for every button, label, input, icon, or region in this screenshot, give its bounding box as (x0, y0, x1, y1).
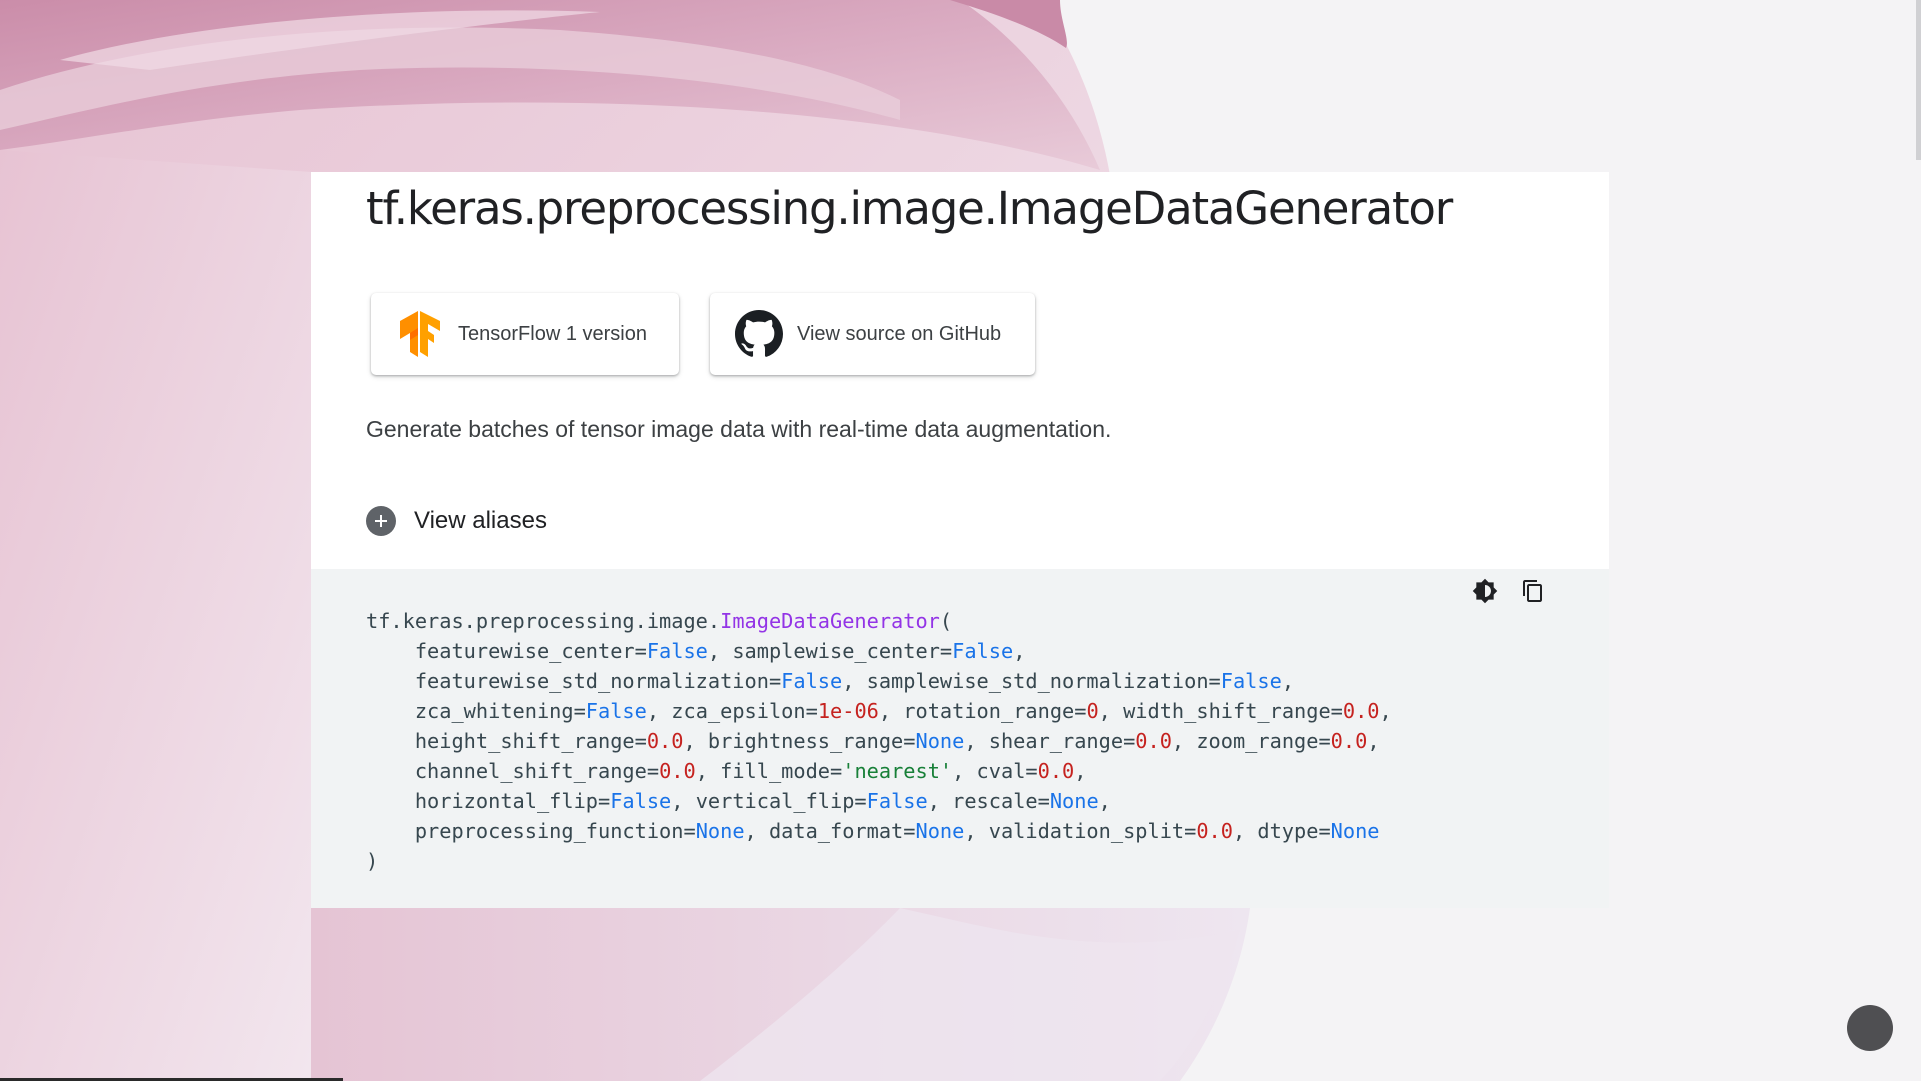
code-token: False (585, 699, 647, 723)
code-line: horizontal_flip=False, vertical_flip=Fal… (366, 789, 1111, 813)
code-token: preprocessing_function= (366, 819, 696, 843)
code-token: False (646, 639, 708, 663)
code-token: False (1220, 669, 1282, 693)
code-line: channel_shift_range=0.0, fill_mode='near… (366, 759, 1087, 783)
tensorflow-logo-icon (396, 310, 444, 358)
code-token: 0.0 (1330, 729, 1368, 753)
code-token: , rescale= (927, 789, 1050, 813)
view-aliases-label: View aliases (414, 507, 547, 534)
code-token: ( (939, 609, 953, 633)
code-token: , dtype= (1232, 819, 1331, 843)
code-token: , fill_mode= (695, 759, 843, 783)
code-token: height_shift_range= (366, 729, 647, 753)
code-token: , data_format= (744, 819, 916, 843)
doc-card: tf.keras.preprocessing.image.ImageDataGe… (311, 172, 1609, 908)
code-token: 0.0 (659, 759, 696, 783)
code-token: False (610, 789, 672, 813)
code-block: tf.keras.preprocessing.image.ImageDataGe… (311, 569, 1609, 908)
code-token: 0.0 (1135, 729, 1172, 753)
code-token: 0 (1086, 699, 1099, 723)
code-token: , cval= (952, 759, 1038, 783)
code-token: 0.0 (1196, 819, 1233, 843)
view-aliases-toggle[interactable]: View aliases (366, 506, 547, 536)
code-token: , zoom_range= (1171, 729, 1331, 753)
code-token: ) (366, 849, 379, 873)
view-source-github-label: View source on GitHub (797, 322, 1002, 345)
code-token: featurewise_std_normalization= (366, 669, 782, 693)
tensorflow-1-version-label: TensorFlow 1 version (458, 322, 647, 345)
code-token: 0.0 (1342, 699, 1380, 723)
code-line: ) (366, 849, 378, 873)
code-signature: tf.keras.preprocessing.image.ImageDataGe… (366, 606, 1392, 876)
code-token: None (1049, 789, 1099, 813)
github-icon (735, 310, 783, 358)
code-line: preprocessing_function=None, data_format… (366, 819, 1380, 843)
plus-circle-icon (366, 506, 396, 536)
code-token: , rotation_range= (878, 699, 1087, 723)
tensorflow-1-version-button[interactable]: TensorFlow 1 version (371, 293, 679, 375)
code-token: 'nearest' (842, 759, 953, 783)
code-token: channel_shift_range= (366, 759, 660, 783)
code-line: featurewise_std_normalization=False, sam… (366, 669, 1294, 693)
code-token: 0.0 (646, 729, 684, 753)
code-token: 0.0 (1037, 759, 1075, 783)
code-token: None (915, 819, 965, 843)
slide-stage: tf.keras.preprocessing.image.ImageDataGe… (0, 0, 1921, 1081)
code-token: None (915, 729, 965, 753)
floating-action-button[interactable] (1847, 1005, 1893, 1051)
code-line: height_shift_range=0.0, brightness_range… (366, 729, 1380, 753)
code-token: tf.keras.preprocessing.image. (366, 609, 721, 633)
code-token: , (1379, 699, 1392, 723)
code-token: 1e-06 (817, 699, 879, 723)
code-token: , samplewise_std_normalization= (842, 669, 1221, 693)
code-token: , zca_epsilon= (646, 699, 818, 723)
code-line: tf.keras.preprocessing.image.ImageDataGe… (366, 609, 952, 633)
code-token: , (1098, 789, 1111, 813)
code-token: , shear_range= (964, 729, 1136, 753)
code-token: , brightness_range= (683, 729, 916, 753)
theme-toggle-icon[interactable] (1471, 577, 1499, 605)
code-token: False (866, 789, 928, 813)
code-token: None (1330, 819, 1380, 843)
code-token: zca_whitening= (366, 699, 586, 723)
page-title: tf.keras.preprocessing.image.ImageDataGe… (366, 182, 1453, 235)
code-token: horizontal_flip= (366, 789, 611, 813)
code-token: , (1281, 669, 1295, 693)
code-token: None (695, 819, 745, 843)
code-token: , (1367, 729, 1380, 753)
view-source-github-button[interactable]: View source on GitHub (710, 293, 1035, 375)
code-line: zca_whitening=False, zca_epsilon=1e-06, … (366, 699, 1392, 723)
code-token: False (952, 639, 1014, 663)
code-token: ImageDataGenerator (720, 609, 940, 633)
code-token: , samplewise_center= (707, 639, 953, 663)
code-token: , (1013, 639, 1026, 663)
code-token: , (1074, 759, 1087, 783)
code-token: featurewise_center= (366, 639, 647, 663)
code-token: , vertical_flip= (671, 789, 867, 813)
code-token: , width_shift_range= (1098, 699, 1343, 723)
code-line: featurewise_center=False, samplewise_cen… (366, 639, 1026, 663)
code-toolbar (1471, 577, 1547, 605)
copy-icon[interactable] (1519, 577, 1547, 605)
page-description: Generate batches of tensor image data wi… (366, 416, 1112, 442)
code-token: False (781, 669, 843, 693)
code-token: , validation_split= (964, 819, 1197, 843)
